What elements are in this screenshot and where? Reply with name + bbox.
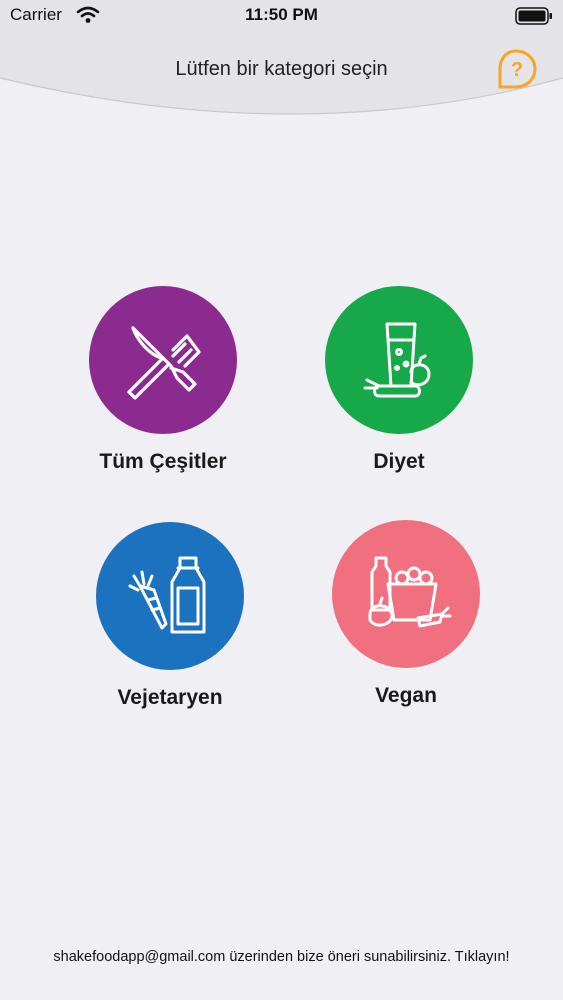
category-circle — [325, 286, 473, 434]
category-vejetaryen[interactable]: Vejetaryen — [70, 522, 270, 710]
feedback-link[interactable]: shakefoodapp@gmail.com üzerinden bize ön… — [0, 949, 563, 965]
category-diyet[interactable]: Diyet — [299, 286, 499, 474]
category-tum-cesitler[interactable]: Tüm Çeşitler — [63, 286, 263, 474]
category-circle — [89, 286, 237, 434]
fork-knife-icon — [127, 326, 201, 400]
category-circle — [96, 522, 244, 670]
category-circle — [332, 520, 480, 668]
grocery-bag-icon — [368, 556, 452, 628]
juice-glass-icon — [363, 322, 431, 398]
help-button[interactable]: ? — [492, 46, 540, 94]
milk-carrot-icon — [128, 556, 206, 634]
help-bubble-icon: ? — [498, 49, 537, 89]
category-label: Vejetaryen — [117, 686, 223, 709]
battery-icon — [515, 7, 552, 25]
category-label: Vegan — [375, 684, 437, 707]
svg-text:?: ? — [511, 59, 523, 81]
category-label: Tüm Çeşitler — [99, 450, 227, 473]
clock: 11:50 PM — [245, 5, 318, 24]
status-bar: Carrier 11:50 PM — [0, 0, 563, 32]
category-label: Diyet — [373, 450, 425, 473]
page-title: Lütfen bir kategori seçin — [175, 58, 388, 80]
category-vegan[interactable]: Vegan — [306, 520, 506, 708]
